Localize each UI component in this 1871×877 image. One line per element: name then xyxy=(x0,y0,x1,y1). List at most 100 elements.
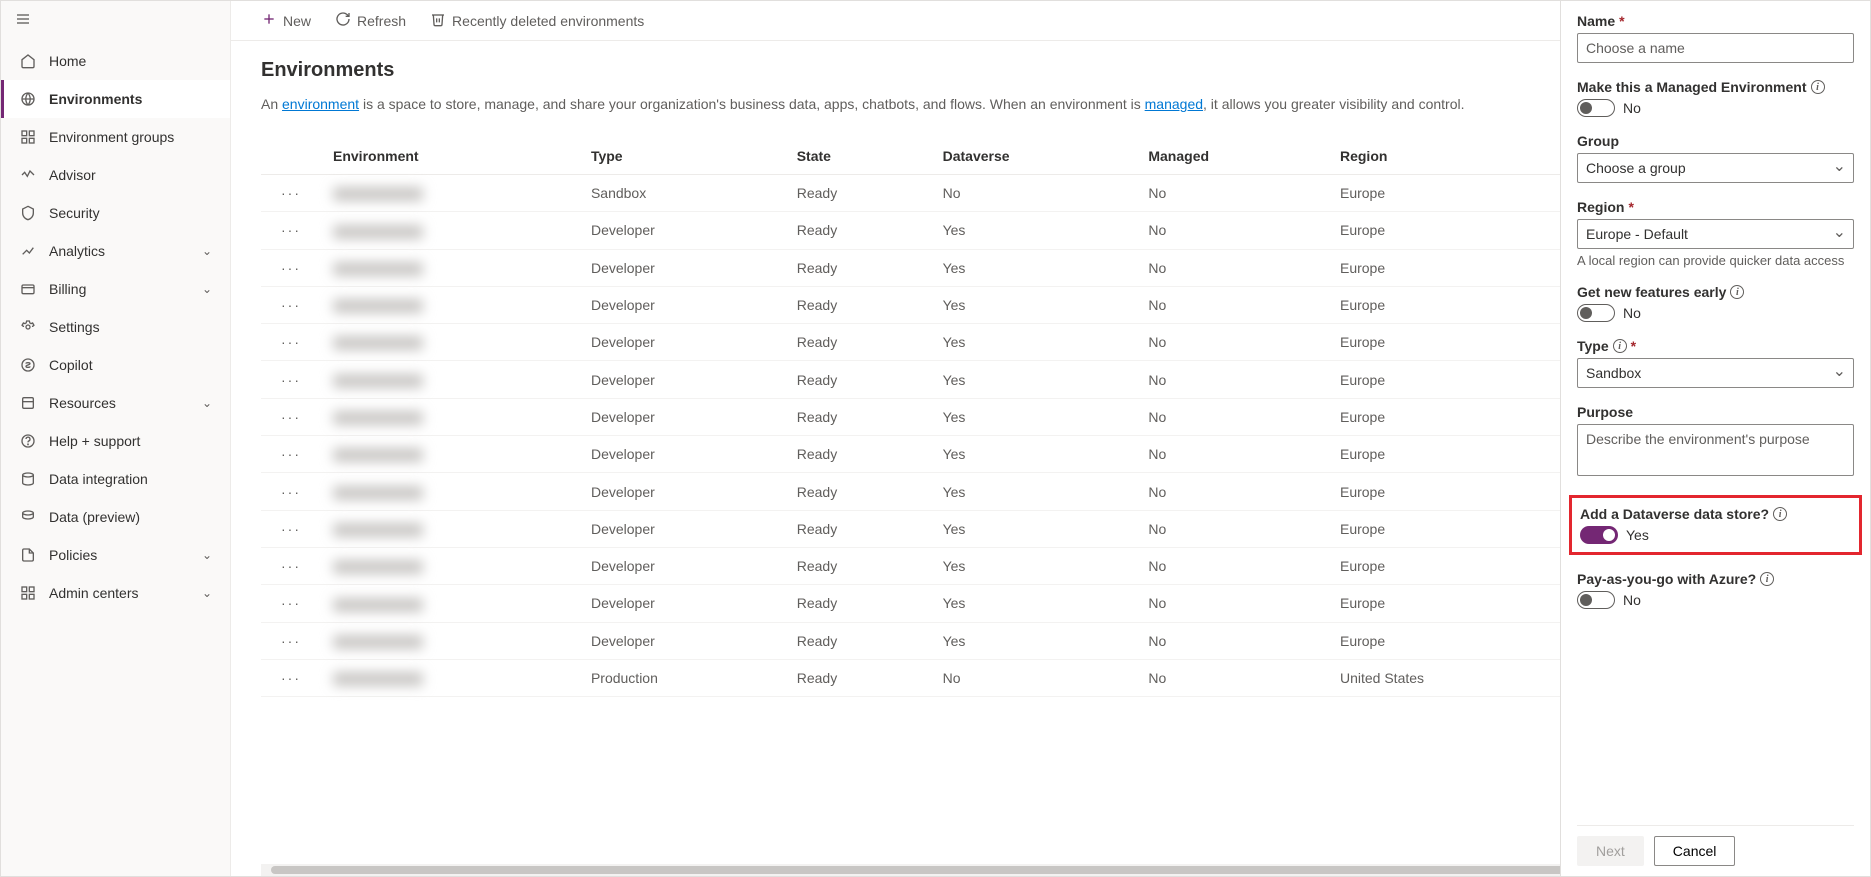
cell-state: Ready xyxy=(785,324,931,361)
row-more-icon[interactable]: ··· xyxy=(261,547,321,584)
cell-type: Developer xyxy=(579,436,785,473)
row-more-icon[interactable]: ··· xyxy=(261,324,321,361)
hamburger-icon[interactable] xyxy=(1,1,230,42)
cell-environment[interactable] xyxy=(321,547,579,584)
cell-region: Europe xyxy=(1328,324,1573,361)
cell-environment[interactable] xyxy=(321,585,579,622)
sidebar-item-data-prev[interactable]: Data (preview) xyxy=(1,498,230,536)
cell-environment[interactable] xyxy=(321,659,579,696)
info-icon[interactable]: i xyxy=(1760,572,1774,586)
col-type[interactable]: Type xyxy=(579,138,785,175)
row-more-icon[interactable]: ··· xyxy=(261,510,321,547)
cell-environment[interactable] xyxy=(321,286,579,323)
row-more-icon[interactable]: ··· xyxy=(261,398,321,435)
redacted-name xyxy=(333,448,423,462)
main: New Refresh Recently deleted environment… xyxy=(231,1,1870,876)
managed-env-toggle[interactable] xyxy=(1577,99,1615,117)
chevron-down-icon: ⌄ xyxy=(202,586,212,600)
cell-managed: No xyxy=(1136,249,1328,286)
row-more-icon[interactable]: ··· xyxy=(261,361,321,398)
cell-type: Developer xyxy=(579,286,785,323)
cell-dataverse: Yes xyxy=(931,361,1137,398)
new-button[interactable]: New xyxy=(261,11,311,30)
cell-environment[interactable] xyxy=(321,249,579,286)
dataverse-toggle[interactable] xyxy=(1580,526,1618,544)
cell-environment[interactable] xyxy=(321,473,579,510)
cell-environment[interactable] xyxy=(321,436,579,473)
sidebar: HomeEnvironmentsEnvironment groupsAdviso… xyxy=(1,1,231,876)
row-more-icon[interactable]: ··· xyxy=(261,212,321,249)
row-more-icon[interactable]: ··· xyxy=(261,585,321,622)
row-more-icon[interactable]: ··· xyxy=(261,659,321,696)
purpose-textarea[interactable] xyxy=(1577,424,1854,476)
sidebar-item-label: Settings xyxy=(49,319,100,335)
row-more-icon[interactable]: ··· xyxy=(261,436,321,473)
sidebar-item-data-int[interactable]: Data integration xyxy=(1,460,230,498)
row-more-icon[interactable]: ··· xyxy=(261,622,321,659)
region-select[interactable]: Europe - Default xyxy=(1577,219,1854,249)
type-select[interactable]: Sandbox xyxy=(1577,358,1854,388)
cell-managed: No xyxy=(1136,622,1328,659)
sidebar-item-copilot[interactable]: Copilot xyxy=(1,346,230,384)
redacted-name xyxy=(333,262,423,276)
sidebar-item-environments[interactable]: Environments xyxy=(1,80,230,118)
cell-environment[interactable] xyxy=(321,510,579,547)
next-button[interactable]: Next xyxy=(1577,836,1644,866)
cell-managed: No xyxy=(1136,436,1328,473)
redacted-name xyxy=(333,635,423,649)
chevron-down-icon: ⌄ xyxy=(202,548,212,562)
cell-dataverse: Yes xyxy=(931,249,1137,286)
row-more-icon[interactable]: ··· xyxy=(261,249,321,286)
sidebar-item-settings[interactable]: Settings xyxy=(1,308,230,346)
cell-managed: No xyxy=(1136,175,1328,212)
cell-state: Ready xyxy=(785,473,931,510)
cell-environment[interactable] xyxy=(321,398,579,435)
col-environment[interactable]: Environment xyxy=(321,138,579,175)
sidebar-item-analytics[interactable]: Analytics⌄ xyxy=(1,232,230,270)
col-state[interactable]: State xyxy=(785,138,931,175)
cell-environment[interactable] xyxy=(321,622,579,659)
sidebar-item-home[interactable]: Home xyxy=(1,42,230,80)
sidebar-item-policies[interactable]: Policies⌄ xyxy=(1,536,230,574)
cell-environment[interactable] xyxy=(321,212,579,249)
cell-managed: No xyxy=(1136,659,1328,696)
cell-environment[interactable] xyxy=(321,175,579,212)
col-region[interactable]: Region xyxy=(1328,138,1573,175)
environment-link[interactable]: environment xyxy=(282,96,359,112)
info-icon[interactable]: i xyxy=(1613,339,1627,353)
sidebar-item-advisor[interactable]: Advisor xyxy=(1,156,230,194)
trash-icon xyxy=(430,11,446,30)
payg-toggle[interactable] xyxy=(1577,591,1615,609)
sidebar-item-admin[interactable]: Admin centers ⌄ xyxy=(1,574,230,612)
col-dataverse[interactable]: Dataverse xyxy=(931,138,1137,175)
row-more-icon[interactable]: ··· xyxy=(261,175,321,212)
sidebar-item-resources[interactable]: Resources⌄ xyxy=(1,384,230,422)
managed-link[interactable]: managed xyxy=(1145,96,1203,112)
refresh-button[interactable]: Refresh xyxy=(335,11,406,30)
cell-region: Europe xyxy=(1328,175,1573,212)
cell-managed: No xyxy=(1136,547,1328,584)
sidebar-item-label: Admin centers xyxy=(49,585,138,601)
cell-managed: No xyxy=(1136,324,1328,361)
info-icon[interactable]: i xyxy=(1730,285,1744,299)
row-more-icon[interactable]: ··· xyxy=(261,286,321,323)
group-select[interactable]: Choose a group xyxy=(1577,153,1854,183)
cell-type: Developer xyxy=(579,510,785,547)
cell-environment[interactable] xyxy=(321,361,579,398)
col-managed[interactable]: Managed xyxy=(1136,138,1328,175)
cell-region: Europe xyxy=(1328,361,1573,398)
sidebar-item-env-groups[interactable]: Environment groups xyxy=(1,118,230,156)
info-icon[interactable]: i xyxy=(1773,507,1787,521)
new-label: New xyxy=(283,13,311,29)
type-label: Type i * xyxy=(1577,338,1854,354)
sidebar-item-billing[interactable]: Billing⌄ xyxy=(1,270,230,308)
row-more-icon[interactable]: ··· xyxy=(261,473,321,510)
sidebar-item-security[interactable]: Security xyxy=(1,194,230,232)
name-input[interactable] xyxy=(1577,33,1854,63)
sidebar-item-help[interactable]: Help + support xyxy=(1,422,230,460)
cancel-button[interactable]: Cancel xyxy=(1654,836,1736,866)
info-icon[interactable]: i xyxy=(1811,80,1825,94)
recently-deleted-button[interactable]: Recently deleted environments xyxy=(430,11,644,30)
cell-environment[interactable] xyxy=(321,324,579,361)
features-toggle[interactable] xyxy=(1577,304,1615,322)
